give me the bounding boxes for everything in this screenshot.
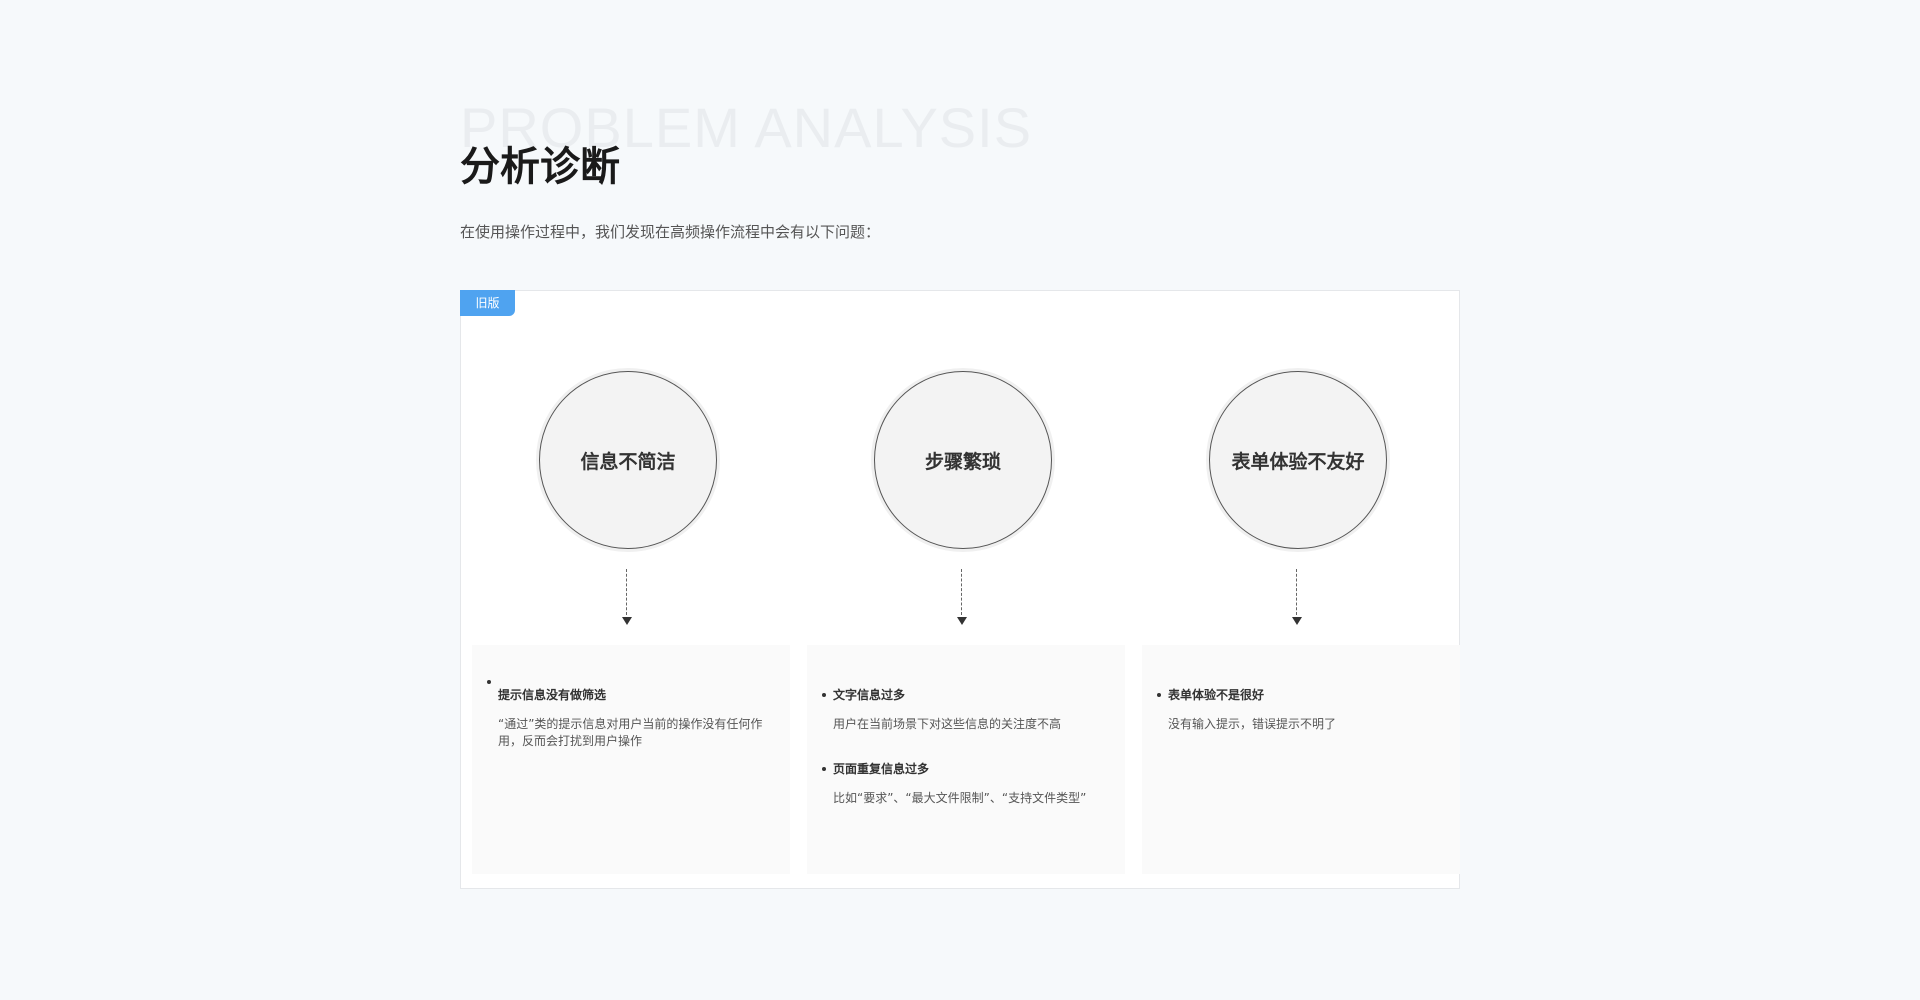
- detail-item: 文字信息过多 用户在当前场景下对这些信息的关注度不高: [822, 687, 1103, 733]
- dashed-connector: [1296, 569, 1297, 615]
- dashed-connector: [626, 569, 627, 615]
- analysis-panel: 旧版 信息不简洁 提示信息没有做筛选 “通过”类的提示信息对用户当前的操作没有任…: [460, 290, 1460, 889]
- version-badge: 旧版: [460, 290, 515, 316]
- problem-detail-card: 提示信息没有做筛选 “通过”类的提示信息对用户当前的操作没有任何作用，反而会打扰…: [472, 645, 790, 874]
- problem-detail-card: 文字信息过多 用户在当前场景下对这些信息的关注度不高 页面重复信息过多 比如“要…: [807, 645, 1125, 874]
- problem-detail-card: 表单体验不是很好 没有输入提示，错误提示不明了: [1142, 645, 1460, 874]
- detail-item-description: “通过”类的提示信息对用户当前的操作没有任何作用，反而会打扰到用户操作: [498, 717, 763, 748]
- problem-circle: 表单体验不友好: [1209, 371, 1387, 549]
- arrow-down-icon: [622, 617, 632, 625]
- detail-item-title: 文字信息过多: [833, 688, 906, 702]
- detail-item-description: 用户在当前场景下对这些信息的关注度不高: [833, 717, 1062, 731]
- arrow-down-icon: [1292, 617, 1302, 625]
- detail-item-title: 提示信息没有做筛选: [498, 688, 607, 702]
- bullet-dot-icon: [822, 693, 826, 697]
- detail-item-title: 表单体验不是很好: [1168, 688, 1265, 702]
- detail-item-title: 页面重复信息过多: [833, 762, 930, 776]
- dashed-connector: [961, 569, 962, 615]
- problem-circle: 步骤繁琐: [874, 371, 1052, 549]
- detail-item-description: 没有输入提示，错误提示不明了: [1168, 717, 1337, 731]
- detail-item-description: 比如“要求”、“最大文件限制”、“支持文件类型”: [833, 791, 1087, 805]
- bullet-dot-icon: [1157, 693, 1161, 697]
- page-subtitle: 在使用操作过程中，我们发现在高频操作流程中会有以下问题：: [460, 223, 881, 241]
- problem-circle: 信息不简洁: [539, 371, 717, 549]
- page-title: 分析诊断: [460, 144, 620, 190]
- detail-item: 表单体验不是很好 没有输入提示，错误提示不明了: [1157, 687, 1438, 733]
- bullet-dot-icon: [822, 767, 826, 771]
- arrow-down-icon: [957, 617, 967, 625]
- bullet-dot-icon: [487, 680, 491, 684]
- detail-item: 页面重复信息过多 比如“要求”、“最大文件限制”、“支持文件类型”: [822, 761, 1103, 807]
- detail-item: 提示信息没有做筛选 “通过”类的提示信息对用户当前的操作没有任何作用，反而会打扰…: [487, 680, 768, 750]
